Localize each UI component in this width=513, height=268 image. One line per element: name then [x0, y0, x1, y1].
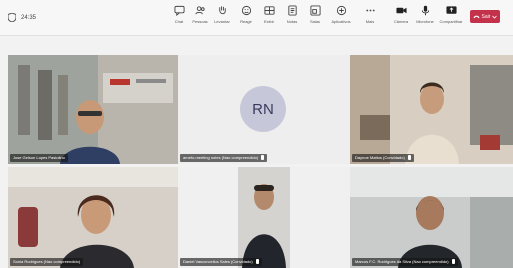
rooms-icon — [309, 5, 321, 16]
participant-video-feed — [8, 167, 178, 268]
video-tile-participant-3[interactable]: Daynoe Mattos (Convidado) — [350, 55, 513, 164]
video-tile-participant-5[interactable]: Daniel Vasconcellos Sales (Convidado) — [178, 167, 350, 268]
microphone-icon — [261, 155, 265, 161]
view-icon — [263, 6, 275, 15]
more-button[interactable]: Mais — [359, 5, 381, 33]
participant-name-tag: arnefo.meeting notes (Nao compreendido) — [180, 154, 268, 162]
people-button[interactable]: Pessoas — [189, 5, 211, 33]
participant-name: Jose Gelson Lopes Pastolino — [13, 155, 65, 160]
shield-icon — [8, 13, 16, 22]
participant-name: arnefo.meeting notes (Nao compreendido) — [183, 155, 259, 160]
camera-icon — [395, 7, 407, 14]
people-label: Pessoas — [192, 19, 208, 24]
chevron-down-icon — [492, 15, 498, 19]
microphone-label: Microfone — [416, 19, 434, 24]
participant-name-tag: Sonia Rodrigues (Nao compreendido) — [10, 258, 84, 266]
leave-button[interactable]: Sair — [470, 10, 500, 23]
rooms-label: Salas — [309, 19, 320, 24]
participant-name: Marcos F.C. Rodrigues da Silva (Nao comp… — [355, 259, 449, 264]
raise-hand-label: Levantar — [214, 19, 230, 24]
video-tile-participant-6[interactable]: Marcos F.C. Rodrigues da Silva (Nao comp… — [350, 167, 513, 268]
notes-icon — [287, 5, 297, 16]
react-label: Reagir — [240, 19, 252, 24]
video-tile-participant-1[interactable]: Jose Gelson Lopes Pastolino — [8, 55, 178, 164]
microphone-icon — [421, 5, 429, 16]
notes-label: Notas — [286, 19, 298, 24]
video-tile-participant-4[interactable]: Sonia Rodrigues (Nao compreendido) — [8, 167, 178, 268]
participant-name: Sonia Rodrigues (Nao compreendido) — [13, 259, 81, 264]
participant-name: Daynoe Mattos (Convidado) — [355, 155, 405, 160]
meeting-toolbar: 24:35 Chat Pessoas Levantar Reagir Exibi… — [0, 0, 513, 36]
share-button[interactable]: Compartilhar — [440, 5, 462, 33]
people-icon — [194, 6, 205, 15]
participant-avatar-initials: RN — [240, 86, 286, 132]
participant-video-feed — [8, 55, 178, 164]
raise-hand-icon — [218, 6, 226, 15]
microphone-icon — [255, 259, 259, 265]
meeting-window: 24:35 Chat Pessoas Levantar Reagir Exibi… — [0, 0, 513, 268]
react-icon — [241, 5, 251, 16]
participant-name-tag: Daynoe Mattos (Convidado) — [352, 154, 414, 162]
participant-video-feed — [178, 167, 350, 268]
share-icon — [445, 6, 457, 14]
participant-video-feed — [350, 167, 513, 268]
apps-icon — [336, 5, 346, 16]
microphone-button[interactable]: Microfone — [414, 5, 436, 33]
participant-name: Daniel Vasconcellos Sales (Convidado) — [183, 259, 253, 264]
camera-button[interactable]: Câmera — [390, 5, 412, 33]
rooms-button[interactable]: Salas — [304, 5, 326, 33]
participant-name-tag: Jose Gelson Lopes Pastolino — [10, 154, 68, 162]
chat-label: Chat — [174, 19, 184, 24]
timer-text: 24:35 — [21, 14, 37, 21]
react-button[interactable]: Reagir — [235, 5, 257, 33]
chat-icon — [173, 5, 185, 16]
meeting-timer: 24:35 — [8, 13, 36, 22]
participant-name-tag: Daniel Vasconcellos Sales (Convidado) — [180, 258, 262, 266]
microphone-icon — [407, 155, 411, 161]
raise-hand-button[interactable]: Levantar — [211, 5, 233, 33]
share-label: Compartilhar — [439, 19, 463, 24]
more-icon — [365, 9, 375, 12]
apps-label: Aplicativos — [331, 19, 351, 24]
notes-button[interactable]: Notas — [281, 5, 303, 33]
chat-button[interactable]: Chat — [168, 5, 190, 33]
more-label: Mais — [365, 19, 375, 24]
participant-name-tag: Marcos F.C. Rodrigues da Silva (Nao comp… — [352, 258, 458, 266]
phone-hangup-icon — [473, 15, 480, 19]
view-button[interactable]: Exibir — [258, 5, 280, 33]
microphone-icon — [451, 259, 455, 265]
leave-label: Sair — [481, 13, 491, 20]
participant-video-feed — [350, 55, 513, 164]
camera-label: Câmera — [393, 19, 409, 24]
view-label: Exibir — [263, 19, 274, 24]
apps-button[interactable]: Aplicativos — [330, 5, 352, 33]
